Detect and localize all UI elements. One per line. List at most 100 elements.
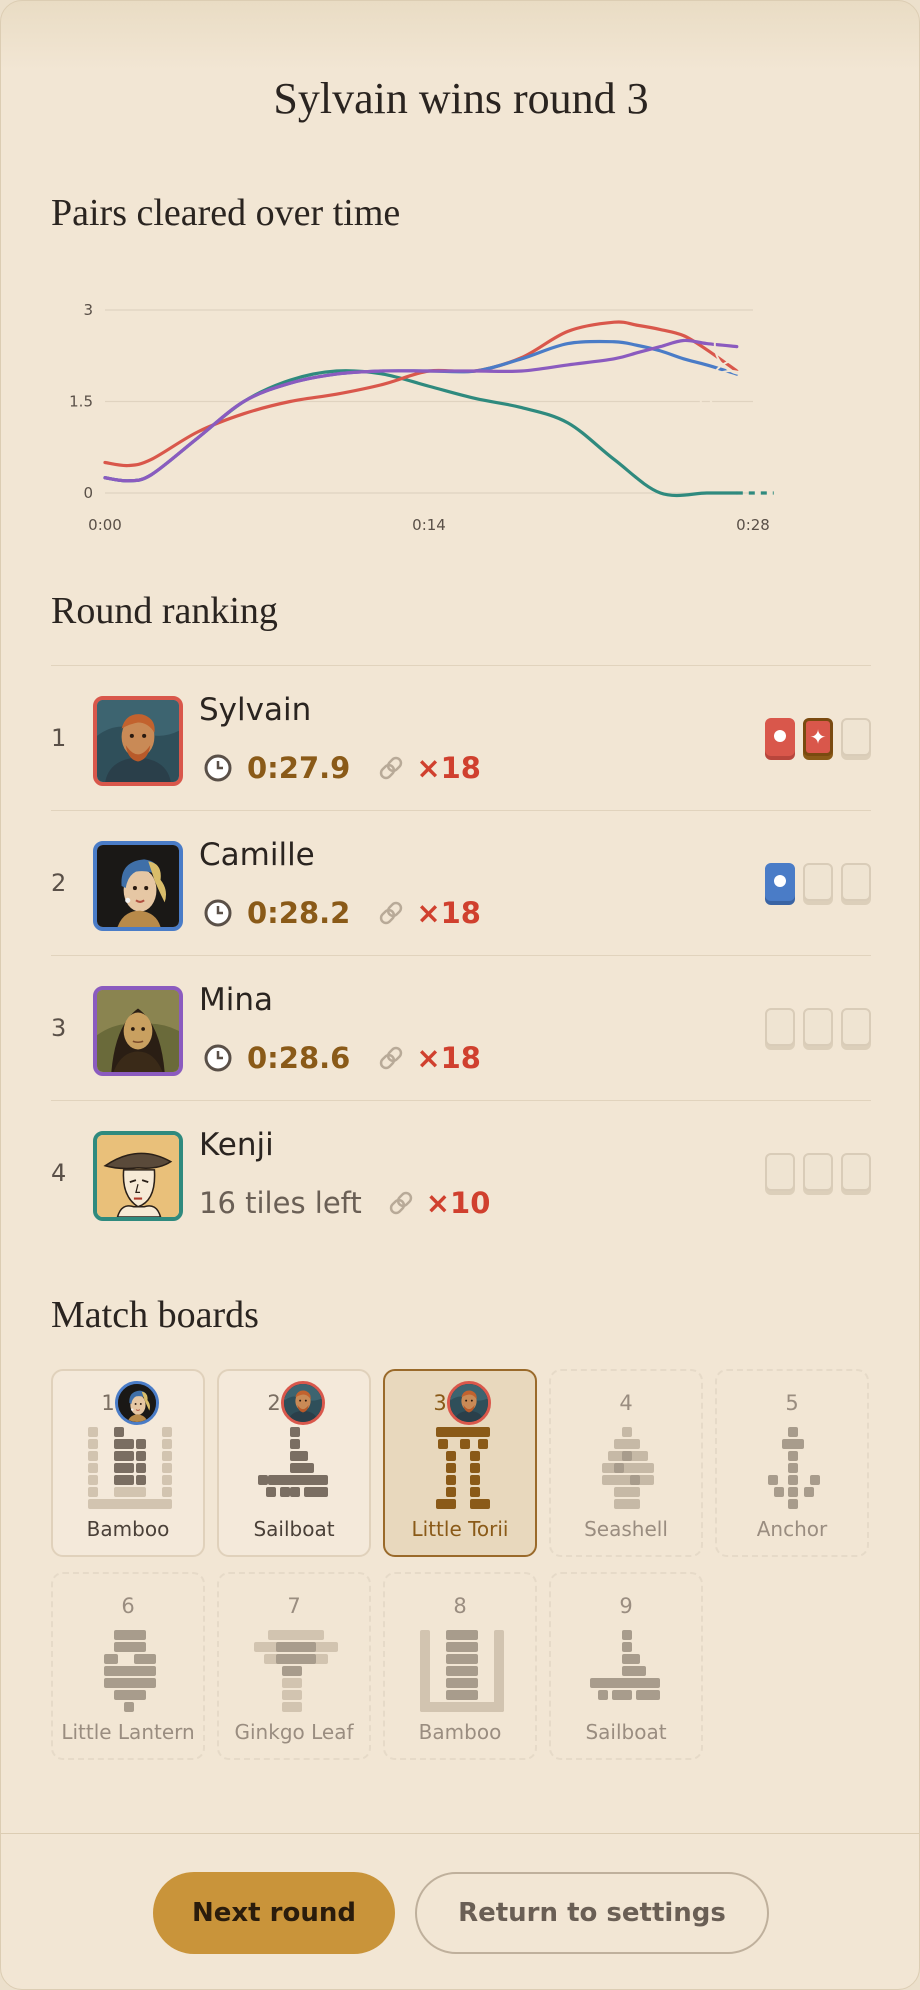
x-tick-label: 0:00: [88, 516, 122, 531]
page-title: Sylvain wins round 3: [273, 74, 649, 123]
player-name: Camille: [199, 837, 315, 873]
chain-link-icon: [380, 756, 403, 780]
clock-icon: [204, 1044, 232, 1072]
board-name: Bamboo: [86, 1517, 170, 1541]
player-name: Sylvain: [199, 692, 312, 728]
board-card-9[interactable]: 9 Sailboat: [549, 1572, 703, 1760]
avatar: [93, 986, 183, 1076]
board-card-4[interactable]: 4 Seashell: [549, 1369, 703, 1557]
board-name: Little Torii: [411, 1517, 509, 1541]
seashell-board-art: [602, 1427, 654, 1509]
win-slot-empty: [841, 863, 871, 901]
sparkle-icon: ✦: [809, 725, 827, 749]
board-card-8[interactable]: 8 Bamboo: [383, 1572, 537, 1760]
board-number: 3: [433, 1391, 447, 1415]
series-line-kenji: [103, 369, 739, 498]
player-stats: 0:28.2 ×18: [203, 893, 481, 933]
winner-avatar: [281, 1381, 325, 1425]
tiles-left: 16 tiles left: [199, 1186, 362, 1220]
bamboo-board-art: [88, 1427, 172, 1509]
clock-icon: [204, 899, 232, 927]
win-slot-current: ✦: [803, 718, 833, 756]
results-panel: Sylvain wins round 3 Pairs cleared over …: [0, 0, 920, 1990]
win-slot-filled: [765, 718, 795, 756]
board-number: 4: [619, 1391, 633, 1415]
board-number: 8: [453, 1594, 467, 1618]
winner-avatar: [115, 1381, 159, 1425]
chart-heading: Pairs cleared over time: [51, 192, 401, 234]
board-name: Bamboo: [418, 1720, 502, 1744]
avatar: [93, 1131, 183, 1221]
rank-number: 3: [51, 1014, 67, 1042]
winner-avatar: [447, 1381, 491, 1425]
round-wins: ✦: [765, 718, 871, 756]
board-number: 7: [287, 1594, 301, 1618]
finish-time: 0:28.6: [247, 1041, 351, 1075]
series-line-mina: [103, 338, 739, 483]
y-tick-label: 1.5: [69, 393, 93, 411]
board-name: Seashell: [584, 1517, 668, 1541]
ranking-row: 1 Sylvain 0:27.9 ×18 ✦: [51, 665, 871, 811]
win-slot-empty: [765, 1008, 795, 1046]
torii-board-art: [436, 1427, 490, 1509]
finish-time: 0:28.2: [247, 896, 351, 930]
boards-heading: Match boards: [51, 1294, 259, 1336]
x-tick-label: 0:28: [736, 516, 770, 531]
board-name: Ginkgo Leaf: [234, 1720, 354, 1744]
win-slot-empty: [803, 863, 833, 901]
x-tick-label: 0:14: [412, 516, 446, 531]
sailboat-board-art: [258, 1427, 328, 1497]
player-name: Mina: [199, 982, 274, 1018]
rank-number: 2: [51, 869, 67, 897]
series-line-camille: [103, 339, 739, 483]
player-stats: 0:27.9 ×18: [203, 748, 481, 788]
board-number: 6: [121, 1594, 135, 1618]
board-name: Anchor: [756, 1517, 828, 1541]
win-slot-empty: [765, 1153, 795, 1191]
chain-count: ×18: [416, 1041, 481, 1075]
chain-link-icon: [380, 1046, 403, 1070]
player-stats: 0:28.6 ×18: [203, 1038, 481, 1078]
player-name: Kenji: [199, 1127, 274, 1163]
ginkgo-leaf-board-art: [254, 1630, 338, 1712]
y-tick-label: 0: [83, 484, 93, 502]
board-card-7[interactable]: 7 Ginkgo Leaf: [217, 1572, 371, 1760]
sailboat-board-art: [590, 1630, 660, 1700]
ranking-row: 2 Camille 0:28.2 ×18: [51, 810, 871, 956]
win-slot-empty: [803, 1008, 833, 1046]
board-number: 2: [267, 1391, 281, 1415]
board-number: 1: [101, 1391, 115, 1415]
board-card-2[interactable]: 2 Sailboat: [217, 1369, 371, 1557]
win-slot-empty: [803, 1153, 833, 1191]
round-wins: [765, 863, 871, 901]
bamboo-board-art: [420, 1630, 504, 1712]
chain-count: ×10: [425, 1186, 491, 1220]
win-slot-empty: [841, 1008, 871, 1046]
return-to-settings-button[interactable]: Return to settings: [415, 1872, 769, 1954]
anchor-board-art: [768, 1427, 820, 1509]
board-card-5[interactable]: 5 Anchor: [715, 1369, 869, 1557]
board-number: 5: [785, 1391, 799, 1415]
finish-time: 0:27.9: [247, 751, 351, 785]
chain-count: ×18: [416, 896, 481, 930]
board-card-3[interactable]: 3 Little Torii: [383, 1369, 537, 1557]
win-slot-empty: [841, 718, 871, 756]
chain-count: ×18: [416, 751, 481, 785]
chain-link-icon: [389, 1191, 412, 1215]
ranking-row: 4 Kenji 16 tiles left ×10: [51, 1100, 871, 1246]
chain-link-icon: [380, 901, 403, 925]
board-number: 9: [619, 1594, 633, 1618]
board-card-6[interactable]: 6 Little Lantern: [51, 1572, 205, 1760]
avatar: [93, 841, 183, 931]
board-name: Little Lantern: [61, 1720, 195, 1744]
avatar: [93, 696, 183, 786]
next-round-button[interactable]: Next round: [153, 1872, 395, 1954]
rank-number: 1: [51, 724, 67, 752]
player-stats: 16 tiles left ×10: [199, 1183, 490, 1223]
clock-icon: [204, 754, 232, 782]
pairs-cleared-chart: 0 1.5 3 0:00 0:14 0:28: [69, 301, 819, 531]
board-name: Sailboat: [253, 1517, 335, 1541]
win-slot-filled: [765, 863, 795, 901]
board-card-1[interactable]: 1 Bamboo: [51, 1369, 205, 1557]
ranking-row: 3 Mina 0:28.6 ×18: [51, 955, 871, 1101]
